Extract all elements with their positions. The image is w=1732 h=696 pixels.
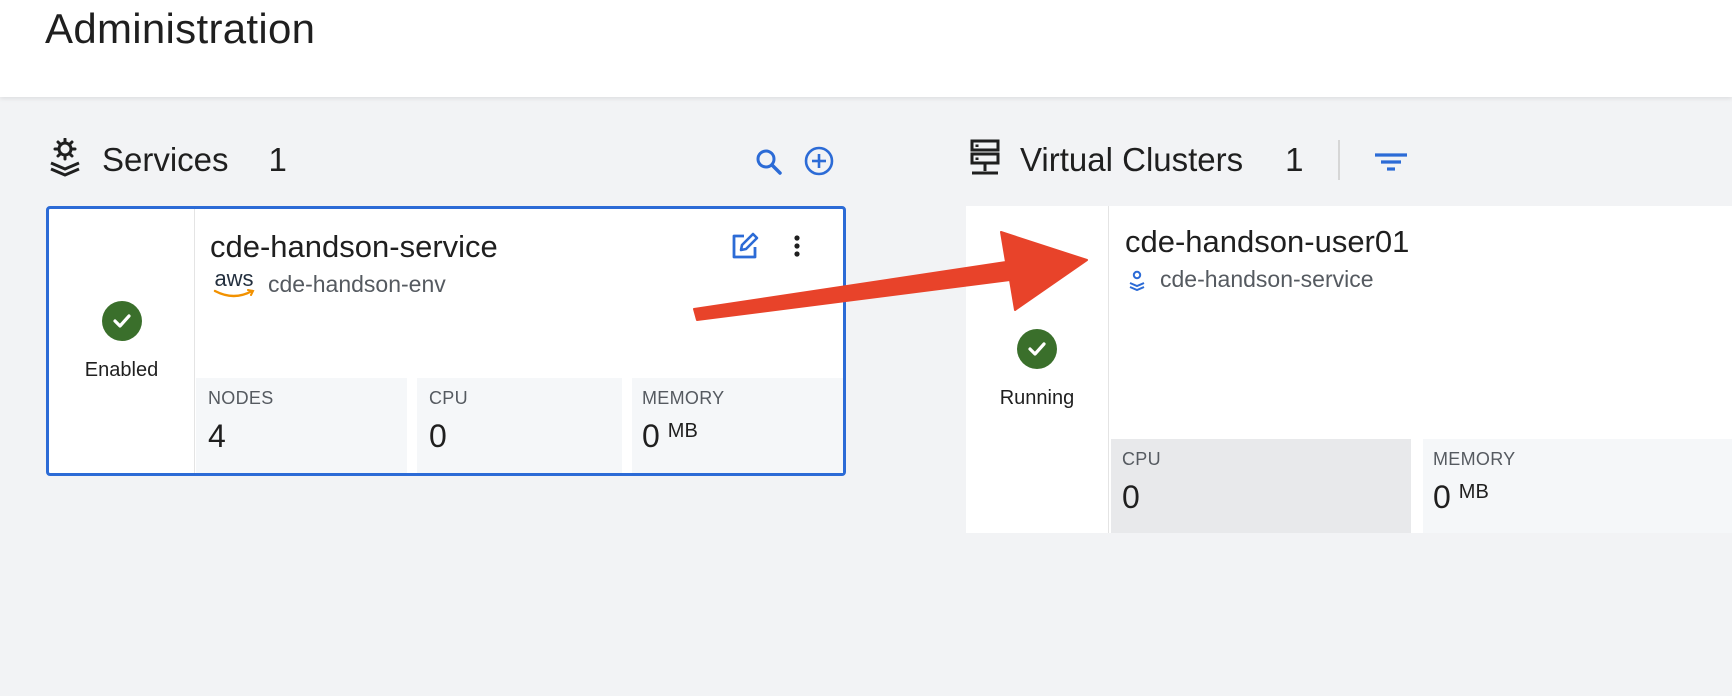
virtual-cluster-name: cde-handson-user01 — [1125, 224, 1410, 259]
metric-memory: MEMORY 0 MB — [632, 378, 843, 473]
edit-icon[interactable] — [728, 229, 762, 263]
service-card[interactable]: Enabled cde-handson-service aws cde-hand… — [46, 206, 846, 476]
status-label: Running — [999, 387, 1075, 409]
metric-nodes: NODES 4 — [196, 378, 407, 473]
check-icon — [1017, 329, 1057, 369]
metric-value: 0 MB — [1433, 479, 1489, 515]
metric-unit: MB — [1458, 481, 1489, 503]
metric-label: MEMORY — [1433, 449, 1516, 469]
more-options-icon[interactable] — [787, 229, 807, 263]
metric-memory: MEMORY 0 MB — [1423, 439, 1732, 533]
metric-value: 0 — [429, 418, 447, 454]
page-header: Administration — [0, 0, 1732, 97]
services-icon — [48, 137, 82, 183]
metric-value: 0 — [1122, 479, 1140, 515]
metric-label: CPU — [429, 388, 468, 408]
metric-cpu: CPU 0 — [1111, 439, 1411, 533]
service-name: cde-handson-service — [210, 229, 498, 264]
services-count: 1 — [268, 141, 287, 178]
virtual-cluster-card[interactable]: Running cde-handson-user01 cde-handson-s… — [966, 206, 1732, 533]
service-status: Enabled — [49, 209, 195, 473]
aws-logo-icon: aws — [212, 268, 256, 299]
services-title: Services — [102, 141, 229, 178]
metric-value: 0 MB — [642, 418, 698, 454]
metric-cpu: CPU 0 — [417, 378, 622, 473]
virtual-clusters-count: 1 — [1285, 141, 1304, 178]
service-name-link[interactable]: cde-handson-service — [1160, 266, 1374, 293]
search-icon[interactable] — [752, 145, 786, 179]
virtual-clusters-title: Virtual Clusters — [1020, 141, 1244, 178]
environment-name: cde-handson-env — [268, 270, 446, 297]
add-service-icon[interactable] — [801, 143, 837, 179]
virtual-clusters-header: Virtual Clusters 1 — [970, 135, 1340, 185]
header-divider — [1337, 140, 1340, 180]
metric-label: MEMORY — [642, 388, 725, 408]
metric-unit: MB — [667, 420, 698, 442]
service-environment: aws cde-handson-env — [212, 268, 446, 299]
metric-label: NODES — [208, 388, 274, 408]
page-title: Administration — [45, 5, 316, 52]
services-header: Services 1 — [48, 135, 287, 185]
service-icon — [1128, 269, 1146, 291]
check-icon — [101, 300, 142, 341]
metric-value: 4 — [208, 418, 226, 454]
virtual-cluster-status: Running — [966, 206, 1109, 533]
metric-label: CPU — [1122, 449, 1161, 469]
server-icon — [970, 139, 1000, 182]
filter-icon[interactable] — [1371, 145, 1411, 179]
virtual-cluster-service: cde-handson-service — [1128, 266, 1374, 293]
status-label: Enabled — [84, 358, 159, 381]
